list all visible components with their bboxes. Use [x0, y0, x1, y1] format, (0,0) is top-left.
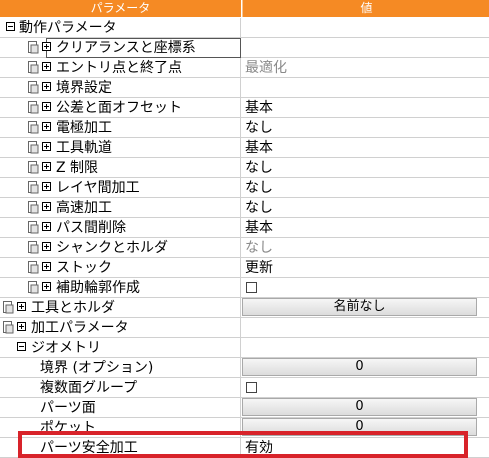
row-value: 基本	[245, 220, 273, 236]
tree-row[interactable]: ポケット 0	[0, 418, 489, 438]
tree-row[interactable]: 高速加工 なし	[0, 198, 489, 218]
row-value: 基本	[245, 140, 273, 156]
expand-icon[interactable]	[42, 102, 51, 111]
boundary-count-button[interactable]: 0	[242, 358, 477, 376]
expand-icon[interactable]	[42, 162, 51, 171]
tree-row[interactable]: 境界設定	[0, 78, 489, 98]
row-label: シャンクとホルダ	[56, 240, 168, 256]
tree-row[interactable]: クリアランスと座標系	[0, 38, 489, 58]
expand-icon[interactable]	[42, 42, 51, 51]
tree-row[interactable]: 複数面グループ	[0, 378, 489, 398]
expand-icon[interactable]	[42, 182, 51, 191]
row-value: なし	[245, 180, 273, 196]
tree-row[interactable]: 公差と面オフセット 基本	[0, 98, 489, 118]
expand-icon[interactable]	[42, 222, 51, 231]
row-label: 工具軌道	[56, 140, 112, 156]
row-value: 基本	[245, 100, 273, 116]
expand-icon[interactable]	[42, 262, 51, 271]
tree-row[interactable]: Z 制限 なし	[0, 158, 489, 178]
parameter-grid: パラメータ 値 動作パラメータ クリアランスと座標系 エントリ点と終了点 最適化	[0, 0, 489, 458]
row-label: 高速加工	[56, 200, 112, 216]
tree-row[interactable]: エントリ点と終了点 最適化	[0, 58, 489, 78]
row-label: パーツ安全加工	[40, 440, 138, 456]
property-page-icon	[28, 201, 39, 214]
row-label: パス間削除	[56, 220, 126, 236]
tree-row[interactable]: 工具軌道 基本	[0, 138, 489, 158]
row-value: なし	[245, 200, 273, 216]
row-label: 境界 (オプション)	[40, 360, 154, 376]
pocket-count-button[interactable]: 0	[242, 418, 477, 436]
tree-row[interactable]: 動作パラメータ	[0, 18, 489, 38]
collapse-icon[interactable]	[17, 342, 26, 351]
property-page-icon	[28, 161, 39, 174]
tree-row[interactable]: ストック 更新	[0, 258, 489, 278]
collapse-icon[interactable]	[6, 22, 15, 31]
expand-icon[interactable]	[42, 142, 51, 151]
expand-icon[interactable]	[42, 282, 51, 291]
part-surface-count-button[interactable]: 0	[242, 398, 477, 416]
row-label: レイヤ間加工	[56, 180, 140, 196]
row-label: 動作パラメータ	[19, 20, 117, 36]
tree-row[interactable]: パーツ面 0	[0, 398, 489, 418]
expand-icon[interactable]	[42, 242, 51, 251]
tree-row[interactable]: 補助輪郭作成	[0, 278, 489, 298]
aux-contour-checkbox[interactable]	[246, 282, 257, 293]
tree-row[interactable]: ジオメトリ	[0, 338, 489, 358]
column-header-parameter: パラメータ	[0, 0, 241, 17]
row-value: なし	[245, 120, 273, 136]
row-label: ジオメトリ	[31, 340, 101, 356]
row-label: クリアランスと座標系	[56, 40, 196, 56]
expand-icon[interactable]	[17, 302, 26, 311]
property-page-icon	[3, 301, 14, 314]
row-label: 加工パラメータ	[31, 320, 129, 336]
property-page-icon	[28, 221, 39, 234]
expand-icon[interactable]	[17, 322, 26, 331]
tree-row[interactable]: パス間削除 基本	[0, 218, 489, 238]
expand-icon[interactable]	[42, 82, 51, 91]
property-page-icon	[28, 61, 39, 74]
row-label: 複数面グループ	[40, 380, 138, 396]
property-page-icon	[28, 81, 39, 94]
row-label: 補助輪郭作成	[56, 280, 140, 296]
property-page-icon	[28, 261, 39, 274]
expand-icon[interactable]	[42, 202, 51, 211]
property-page-icon	[28, 121, 39, 134]
column-header-value: 値	[242, 0, 489, 17]
property-page-icon	[3, 321, 14, 334]
row-label: 境界設定	[56, 80, 112, 96]
tool-holder-button[interactable]: 名前なし	[242, 298, 477, 316]
row-value: なし	[245, 160, 273, 176]
property-page-icon	[28, 241, 39, 254]
row-value: 更新	[245, 260, 273, 276]
property-page-icon	[28, 41, 39, 54]
property-page-icon	[28, 281, 39, 294]
multi-surface-group-checkbox[interactable]	[246, 382, 257, 393]
row-value: 有効	[245, 440, 273, 456]
tree-row[interactable]: パーツ安全加工 有効	[0, 438, 489, 458]
tree-row[interactable]: レイヤ間加工 なし	[0, 178, 489, 198]
row-label: 公差と面オフセット	[56, 100, 182, 116]
tree-row[interactable]: 工具とホルダ 名前なし	[0, 298, 489, 318]
row-label: エントリ点と終了点	[56, 60, 182, 76]
row-label: ポケット	[40, 420, 96, 436]
row-label: ストック	[56, 260, 112, 276]
tree-row[interactable]: 加工パラメータ	[0, 318, 489, 338]
row-label: 工具とホルダ	[31, 300, 115, 316]
property-page-icon	[28, 181, 39, 194]
row-value: なし	[245, 240, 273, 256]
expand-icon[interactable]	[42, 62, 51, 71]
tree-row[interactable]: 電極加工 なし	[0, 118, 489, 138]
row-label: Z 制限	[56, 160, 99, 176]
property-page-icon	[28, 141, 39, 154]
tree-row[interactable]: シャンクとホルダ なし	[0, 238, 489, 258]
property-page-icon	[28, 101, 39, 114]
row-value: 最適化	[245, 60, 287, 76]
row-label: パーツ面	[40, 400, 96, 416]
expand-icon[interactable]	[42, 122, 51, 131]
row-label: 電極加工	[56, 120, 112, 136]
tree-row[interactable]: 境界 (オプション) 0	[0, 358, 489, 378]
